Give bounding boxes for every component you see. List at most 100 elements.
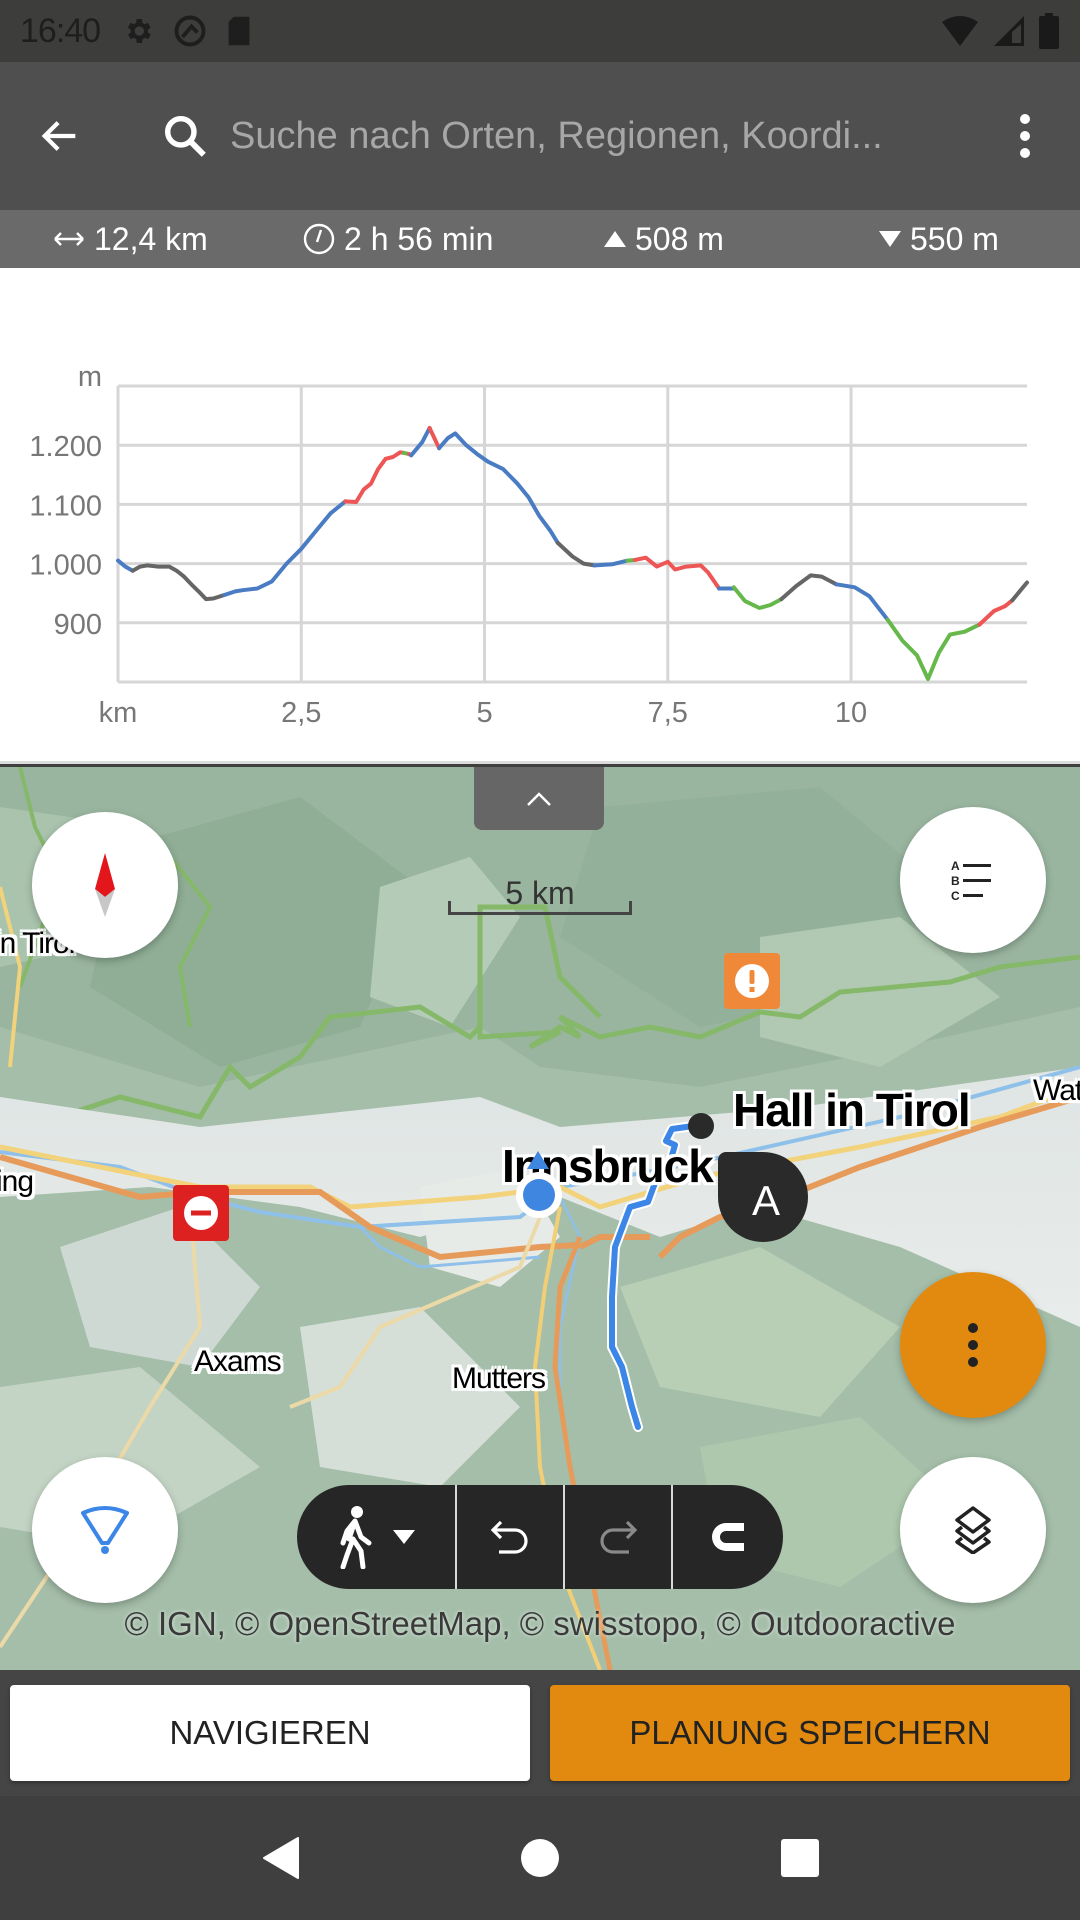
more-vert-icon	[1020, 114, 1030, 158]
distance-arrows-icon	[54, 232, 84, 246]
x-tick-label: 5	[476, 697, 492, 729]
elevation-segment-green	[731, 585, 784, 610]
heading-arrow-icon	[527, 1151, 549, 1169]
sd-card-icon	[228, 16, 250, 46]
start-marker-label: A	[751, 1177, 780, 1224]
arrow-left-icon	[41, 121, 76, 151]
nav-recents-icon[interactable]	[780, 1838, 820, 1878]
undo-icon	[490, 1520, 528, 1554]
x-axis-unit-label: km	[99, 697, 138, 729]
more-actions-button[interactable]	[900, 1272, 1046, 1418]
elevation-segment-red	[343, 450, 406, 504]
stat-duration-value: 2 h 56 min	[344, 220, 494, 257]
nav-home-icon[interactable]	[520, 1838, 560, 1878]
vpn-icon	[174, 15, 206, 47]
y-tick-label: 1.200	[29, 431, 102, 463]
descent-triangle-icon	[879, 231, 901, 247]
nav-back-icon[interactable]	[260, 1836, 300, 1880]
x-tick-label: 2,5	[281, 697, 321, 729]
elevation-segment-blue	[437, 431, 560, 545]
compass-icon	[95, 853, 115, 917]
route-stats-bar: 12,4 km 2 h 56 min 508 m 550 m	[0, 210, 1080, 268]
place-label: Wat	[1033, 1074, 1080, 1107]
map-scale: 5 km	[448, 875, 632, 915]
overflow-menu-button[interactable]	[970, 62, 1080, 210]
my-location-button[interactable]	[32, 1457, 178, 1603]
hiking-icon	[340, 1506, 372, 1569]
y-tick-label: 1.000	[29, 550, 102, 582]
map-view[interactable]: in Tirol ing Hall in Tirol Wat Innsbruck…	[0, 767, 1080, 1670]
waypoint-list-button[interactable]: ABC	[900, 807, 1046, 953]
warning-marker[interactable]	[724, 953, 780, 1009]
compass-button[interactable]	[32, 812, 178, 958]
status-time: 16:40	[20, 11, 101, 50]
current-location-marker[interactable]	[516, 1172, 562, 1218]
elevation-segment-green	[885, 617, 982, 681]
no-entry-icon	[184, 1196, 218, 1230]
magnet-icon	[712, 1523, 744, 1551]
activity-type-button[interactable]	[297, 1485, 457, 1589]
search-icon	[164, 115, 206, 157]
place-label-hall-in-tirol: Hall in Tirol	[733, 1084, 971, 1136]
scale-bar	[448, 901, 632, 915]
place-label: ing	[0, 1165, 34, 1198]
battery-icon	[1039, 13, 1059, 49]
elevation-segment-red	[977, 598, 1015, 627]
x-tick-label: 7,5	[648, 697, 688, 729]
road-closure-marker[interactable]	[173, 1185, 229, 1241]
elevation-segment-blue	[222, 499, 348, 597]
redo-icon	[600, 1520, 638, 1554]
svg-text:A: A	[951, 859, 960, 873]
place-label-axams: Axams	[194, 1345, 282, 1378]
y-tick-label: 900	[54, 609, 102, 641]
clock-icon	[303, 223, 335, 255]
stat-distance-value: 12,4 km	[94, 220, 208, 257]
ascent-triangle-icon	[604, 231, 626, 247]
search-bar[interactable]	[120, 62, 970, 210]
system-navigation-bar	[0, 1796, 1080, 1920]
navigate-button[interactable]: NAVIGIEREN	[10, 1685, 530, 1781]
stat-descent: 550 m	[878, 221, 999, 258]
y-tick-label: 1.100	[29, 490, 102, 522]
abc-list-icon: ABC	[951, 859, 991, 902]
x-tick-label: 10	[835, 697, 867, 729]
back-button[interactable]	[0, 62, 120, 210]
map-layers-button[interactable]	[900, 1457, 1046, 1603]
more-vert-icon	[968, 1323, 978, 1367]
exclamation-icon	[735, 964, 769, 998]
elevation-segment-gray	[130, 563, 227, 602]
caret-down-icon	[393, 1530, 415, 1544]
location-cone-icon	[81, 1506, 129, 1554]
stat-ascent: 508 m	[603, 221, 724, 258]
elevation-segment-gray	[555, 540, 597, 568]
elevation-profile[interactable]: 900 1.000 1.100 1.200 2,5 5 7,5 10 m km	[0, 268, 1080, 764]
svg-text:B: B	[951, 874, 960, 888]
undo-button[interactable]	[457, 1485, 565, 1589]
status-bar: 16:40	[0, 0, 1080, 62]
collapse-profile-button[interactable]	[474, 767, 604, 830]
route-end-dot[interactable]	[688, 1113, 714, 1139]
signal-icon	[994, 16, 1024, 46]
layers-icon	[955, 1506, 991, 1554]
y-axis-unit-label: m	[78, 361, 102, 393]
start-marker-a[interactable]: A	[718, 1152, 808, 1242]
bottom-action-bar: NAVIGIEREN PLANUNG SPEICHERN	[0, 1670, 1080, 1796]
app-bar	[0, 62, 1080, 210]
save-plan-button[interactable]: PLANUNG SPEICHERN	[550, 1685, 1070, 1781]
search-input[interactable]	[220, 62, 970, 210]
elevation-segment-gray	[779, 573, 839, 602]
settings-icon	[127, 19, 151, 43]
map-attribution[interactable]: © IGN, © OpenStreetMap, © swisstopo, © O…	[0, 1605, 1080, 1643]
snap-to-path-button[interactable]	[673, 1485, 783, 1589]
elevation-segment-blue	[409, 426, 432, 458]
wifi-icon	[942, 16, 978, 46]
place-label-mutters: Mutters	[452, 1362, 546, 1395]
elevation-chart: 900 1.000 1.100 1.200 2,5 5 7,5 10 m km	[29, 361, 1029, 729]
chevron-up-icon	[527, 791, 551, 806]
elevation-segment-blue	[834, 582, 890, 622]
svg-text:C: C	[951, 889, 960, 902]
stat-distance: 12,4 km	[52, 221, 208, 258]
stat-descent-value: 550 m	[910, 220, 999, 257]
stat-ascent-value: 508 m	[635, 220, 724, 257]
redo-button[interactable]	[565, 1485, 673, 1589]
